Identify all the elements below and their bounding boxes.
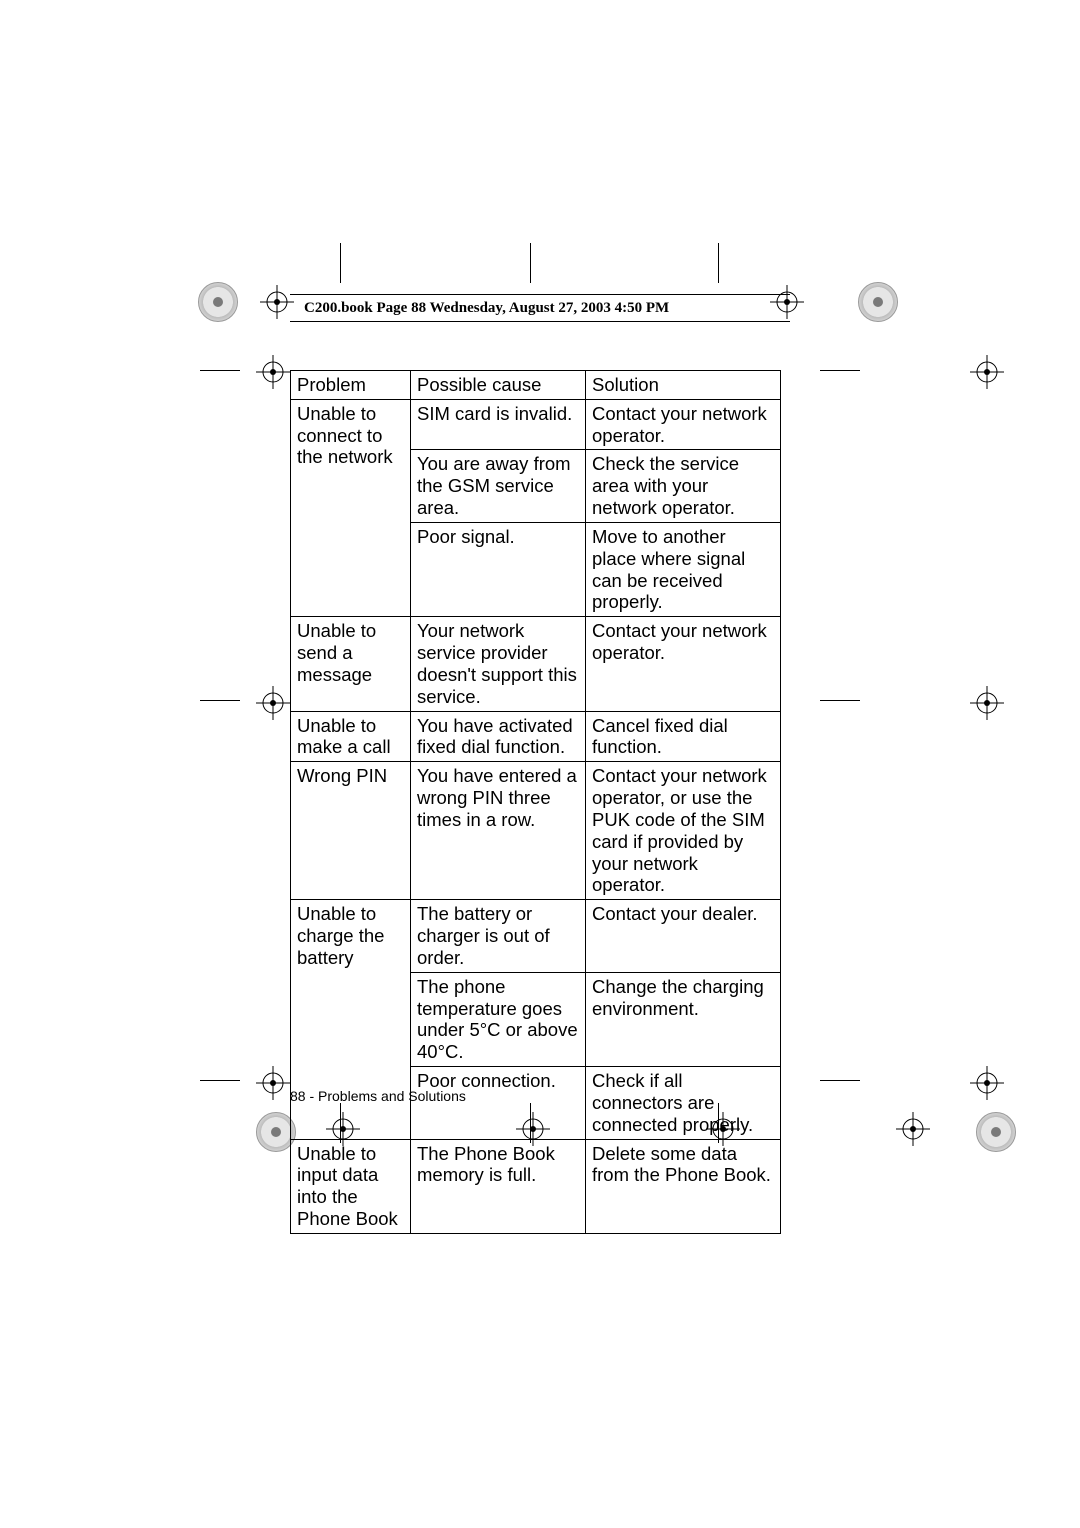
table-row: Unable to send a message Your network se… (291, 617, 781, 711)
cell-cause: The battery or charger is out of order. (411, 900, 586, 972)
registration-mark-icon (896, 1112, 930, 1146)
registration-mark-icon (260, 285, 294, 319)
page-footer: 88 - Problems and Solutions (290, 1088, 466, 1104)
troubleshooting-table: Problem Possible cause Solution Unable t… (290, 370, 781, 1234)
cell-cause: Poor signal. (411, 522, 586, 616)
registration-mark-icon (970, 355, 1004, 389)
crop-tick (718, 243, 719, 283)
cell-solution: Move to another place where signal can b… (586, 522, 781, 616)
page-header-text: C200.book Page 88 Wednesday, August 27, … (304, 300, 669, 317)
content-area: Problem Possible cause Solution Unable t… (290, 370, 790, 1234)
cell-cause: You have entered a wrong PIN three times… (411, 762, 586, 900)
cell-cause: SIM card is invalid. (411, 399, 586, 450)
crop-tick (340, 243, 341, 283)
cell-problem: Unable to make a call (291, 711, 411, 762)
col-solution: Solution (586, 371, 781, 400)
cell-solution: Contact your network operator. (586, 399, 781, 450)
cell-cause: You are away from the GSM service area. (411, 450, 586, 522)
disc-icon (858, 282, 898, 322)
registration-mark-icon (256, 686, 290, 720)
cell-problem: Unable to connect to the network (291, 399, 411, 616)
crop-tick (200, 370, 240, 371)
crop-tick (200, 700, 240, 701)
cell-cause: The phone temperature goes under 5°C or … (411, 972, 586, 1066)
disc-icon (198, 282, 238, 322)
table-row: Unable to charge the battery The battery… (291, 900, 781, 972)
cell-problem: Wrong PIN (291, 762, 411, 900)
table-header-row: Problem Possible cause Solution (291, 371, 781, 400)
page: C200.book Page 88 Wednesday, August 27, … (0, 0, 1080, 1528)
cell-problem: Unable to input data into the Phone Book (291, 1139, 411, 1233)
cell-solution: Check if all connectors are connected pr… (586, 1067, 781, 1139)
cell-solution: Check the service area with your network… (586, 450, 781, 522)
disc-icon (976, 1112, 1016, 1152)
crop-tick (820, 700, 860, 701)
col-problem: Problem (291, 371, 411, 400)
cell-cause: The Phone Book memory is full. (411, 1139, 586, 1233)
page-header: C200.book Page 88 Wednesday, August 27, … (290, 294, 790, 322)
cell-solution: Cancel fixed dial function. (586, 711, 781, 762)
registration-mark-icon (256, 355, 290, 389)
table-row: Wrong PIN You have entered a wrong PIN t… (291, 762, 781, 900)
cell-solution: Change the charging environment. (586, 972, 781, 1066)
table-row: Unable to make a call You have activated… (291, 711, 781, 762)
crop-tick (820, 1080, 860, 1081)
cell-solution: Delete some data from the Phone Book. (586, 1139, 781, 1233)
cell-cause: Your network service provider doesn't su… (411, 617, 586, 711)
cell-solution: Contact your network operator. (586, 617, 781, 711)
cell-solution: Contact your dealer. (586, 900, 781, 972)
crop-tick (200, 1080, 240, 1081)
col-cause: Possible cause (411, 371, 586, 400)
registration-mark-icon (970, 1066, 1004, 1100)
cell-problem: Unable to send a message (291, 617, 411, 711)
crop-tick (820, 370, 860, 371)
table-row: Unable to connect to the network SIM car… (291, 399, 781, 450)
crop-tick (530, 243, 531, 283)
table-row: Unable to input data into the Phone Book… (291, 1139, 781, 1233)
cell-solution: Contact your network operator, or use th… (586, 762, 781, 900)
cell-cause: You have activated fixed dial function. (411, 711, 586, 762)
registration-mark-icon (970, 686, 1004, 720)
registration-mark-icon (256, 1066, 290, 1100)
